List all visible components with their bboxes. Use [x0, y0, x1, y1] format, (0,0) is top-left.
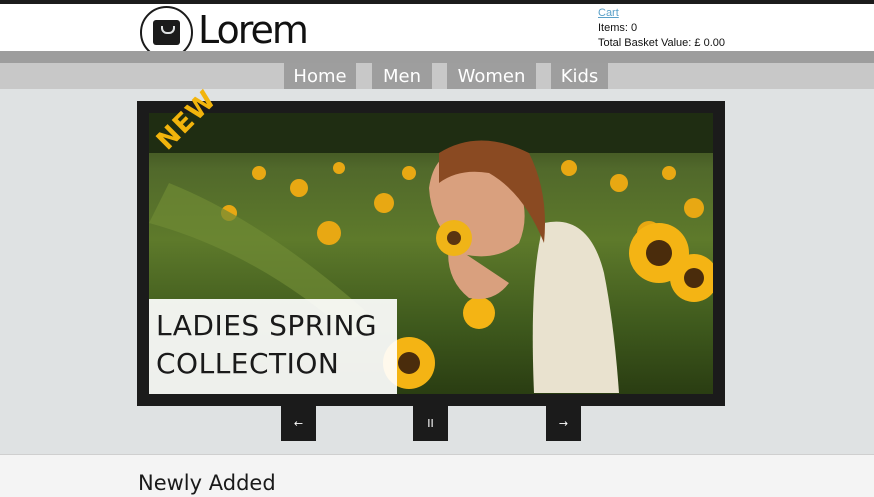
slide-caption: LADIES SPRING COLLECTION: [149, 299, 397, 394]
main-nav: Home Men Women Kids: [0, 63, 874, 89]
pause-slide-button[interactable]: II: [413, 406, 448, 441]
cart-total-value: Total Basket Value: £ 0.00: [598, 37, 725, 49]
next-slide-button[interactable]: →: [546, 406, 581, 441]
brand-name[interactable]: Lorem: [198, 6, 309, 54]
nav-tab-men[interactable]: Men: [372, 63, 432, 89]
caption-line-1: LADIES SPRING: [156, 309, 378, 342]
nav-tab-home[interactable]: Home: [284, 63, 356, 89]
cart-summary: Cart Items: 0 Total Basket Value: £ 0.00: [598, 6, 725, 51]
nav-tab-kids[interactable]: Kids: [551, 63, 608, 89]
section-title: Newly Added: [138, 471, 276, 495]
shopping-bag-icon: [153, 20, 180, 45]
cart-link[interactable]: Cart: [598, 6, 725, 21]
nav-tab-women[interactable]: Women: [447, 63, 536, 89]
prev-slide-button[interactable]: ←: [281, 406, 316, 441]
caption-line-2: COLLECTION: [156, 347, 340, 380]
hero-slider: NEW LADIES SPRING COLLECTION: [137, 85, 725, 406]
nav-strip-top: [0, 51, 874, 63]
header: [0, 4, 874, 51]
newly-added-section: Newly Added: [0, 454, 874, 497]
cart-items-count: Items: 0: [598, 22, 638, 34]
